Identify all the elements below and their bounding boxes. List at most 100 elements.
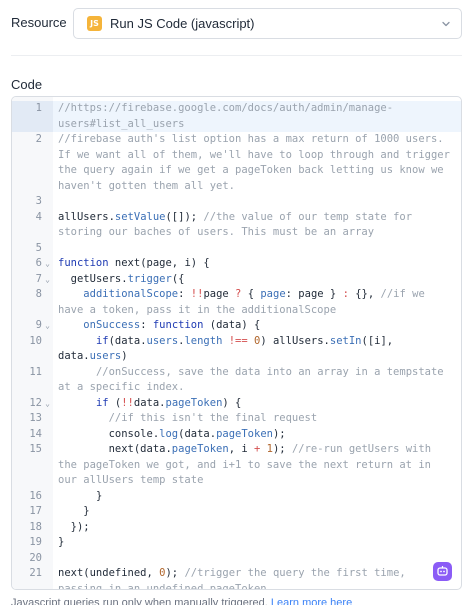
footer-note-text: Javascript queries run only when manuall… [11,597,268,605]
code-token: : [140,319,153,331]
code-token: page [260,288,286,300]
code-editor[interactable]: 1 //https://firebase.google.com/docs/auth… [11,96,462,590]
code-token: function [152,319,210,331]
code-token: //firebase auth's list option has a max … [58,133,457,192]
code-token: ([]); [165,210,204,223]
code-token: allUsers. [58,210,115,223]
js-icon: JS [87,16,102,31]
code-text: function next(page, i) { [53,256,456,272]
code-line[interactable]: 2 //firebase auth's list option has a max… [12,132,461,194]
code-line[interactable]: 4 allUsers.setValue([]); //the value of o… [12,210,461,241]
code-token: pageToken [171,443,229,455]
line-number: 21 [29,567,42,579]
code-line[interactable]: 9 ⌄ onSuccess: function (data) { [12,318,461,334]
code-line[interactable]: 10 if(data.users.length !== 0) allUsers.… [12,334,461,365]
code-text: if(data.users.length !== 0) allUsers.set… [53,334,456,365]
fold-toggle-icon[interactable]: ⌄ [42,318,53,334]
code-token: ) { [222,396,242,409]
line-number: 10 [29,334,42,347]
code-line[interactable]: 5 [12,241,461,257]
code-text: next(undefined, 0); //trigger the query … [53,566,456,589]
code-token: //if this isn't the final request [58,412,318,424]
code-token: pageToken [165,396,223,409]
code-line[interactable]: 18 }); [12,520,461,536]
code-token: function [58,257,115,269]
line-number: 19 [29,536,42,548]
learn-more-link[interactable]: Learn more here [271,597,352,605]
code-token: {}, [355,288,381,300]
code-token: //https://firebase.google.com/docs/auth/… [58,102,394,130]
code-line[interactable]: 15 next(data.pageToken, i + 1); //re-run… [12,442,461,489]
resource-selected-value: Run JS Code (javascript) [110,16,255,31]
code-token: ); [272,427,286,440]
ai-assistant-button[interactable] [433,562,452,581]
line-number: 11 [29,365,42,378]
code-text: console.log(data.pageToken); [53,427,456,443]
code-token: (data) { [209,319,261,331]
code-label: Code [11,77,43,92]
code-token: }); [58,520,90,533]
code-token: } [58,536,65,548]
code-line[interactable]: 20 [12,551,461,567]
code-lines[interactable]: 1 //https://firebase.google.com/docs/auth… [12,101,461,589]
ai-assistant-icon [437,566,448,576]
code-token: setIn [329,334,362,347]
code-line[interactable]: 8 additionalScope: !!page ? { page: page… [12,287,461,318]
line-number: 15 [29,443,42,455]
code-line[interactable]: 19} [12,535,461,551]
code-token: !! [190,288,204,300]
code-text: //if this isn't the final request [53,411,456,427]
resource-select[interactable]: JS Run JS Code (javascript) [73,8,462,39]
line-number: 4 [35,210,42,223]
code-line[interactable]: 14 console.log(data.pageToken); [12,427,461,443]
code-line[interactable]: 11 //onSuccess, save the data into an ar… [12,365,461,396]
fold-toggle-icon[interactable]: ⌄ [42,396,53,412]
code-line[interactable]: 17 } [12,504,461,520]
code-token: ) [121,350,128,362]
code-line[interactable]: 1 //https://firebase.google.com/docs/auth… [12,101,461,132]
code-token: : page } [285,288,343,300]
code-line[interactable]: 13 //if this isn't the final request [12,411,461,427]
fold-toggle-icon[interactable]: ⌄ [42,256,53,272]
code-token: (data. [108,334,147,347]
line-number: 20 [29,551,42,564]
code-text: getUsers.trigger({ [53,272,456,288]
code-line[interactable]: 7 ⌄ getUsers.trigger({ [12,272,461,288]
code-token: log [159,427,179,440]
code-line[interactable]: 21 next(undefined, 0); //trigger the quer… [12,566,461,589]
code-text: //https://firebase.google.com/docs/auth/… [53,101,456,132]
code-token: setValue [114,210,166,223]
code-token: ) allUsers. [260,334,330,347]
code-token: ); [272,443,292,455]
code-line[interactable]: 16 } [12,489,461,505]
code-token: ); [165,567,185,579]
code-text: } [53,535,456,551]
code-token: ? [235,288,248,300]
line-number: 5 [35,241,42,254]
line-number: 2 [35,133,42,145]
chevron-down-icon [442,21,450,27]
line-number: 16 [29,489,42,502]
code-token: length [184,334,223,347]
line-number: 12 [29,396,42,409]
code-token: { [247,288,261,300]
fold-toggle-icon[interactable]: ⌄ [42,272,53,288]
code-token: pageToken [216,427,273,440]
code-line[interactable]: 6 ⌄ function next(page, i) { [12,256,461,272]
line-number: 6 [35,257,42,269]
line-number: 9 [35,319,42,331]
code-line[interactable]: 3 [12,194,461,210]
code-line[interactable]: 12 ⌄ if (!!data.pageToken) { [12,396,461,412]
